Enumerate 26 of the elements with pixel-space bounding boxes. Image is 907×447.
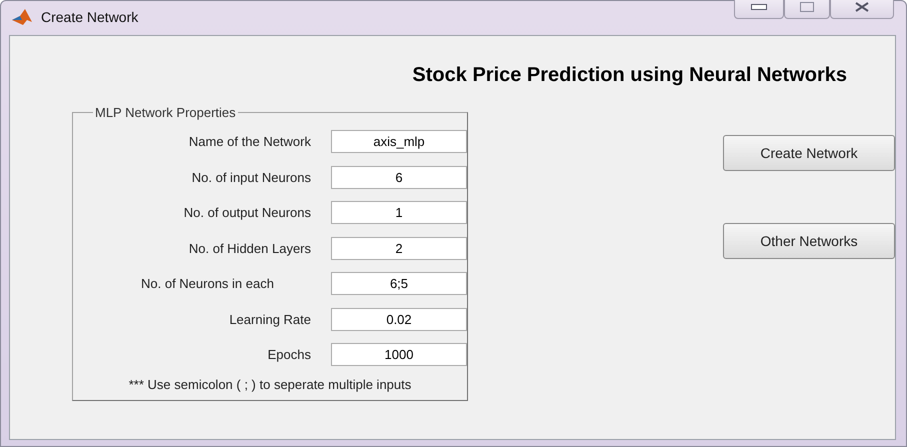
action-button[interactable]: Create Network [723,135,895,171]
field-label: Epochs [266,347,312,362]
field-label: No. of Neurons in each [140,276,275,292]
minimize-icon [751,4,767,10]
input-field[interactable]: 0.02 [331,308,467,331]
input-field[interactable]: 1 [331,201,467,224]
maximize-icon [800,2,814,12]
close-icon [855,2,869,12]
field-label: No. of output Neurons [182,205,312,220]
action-button[interactable]: Other Networks [723,223,895,259]
group-title: MLP Network Properties [94,105,237,120]
field-label: Name of the Network [188,134,312,150]
app-heading: Stock Price Prediction using Neural Networks [412,64,847,87]
field-label: Learning Rate [228,312,312,327]
field-label: No. of Hidden Layers [188,240,312,256]
field-label: No. of input Neurons [190,170,312,185]
app-logo-icon [11,8,33,26]
input-field[interactable]: 2 [331,236,467,260]
close-button[interactable] [830,0,894,19]
input-field[interactable]: 1000 [331,343,467,366]
minimize-button[interactable] [734,0,784,19]
window-title: Create Network [41,9,140,25]
input-field[interactable]: 6 [331,166,467,189]
input-field[interactable]: axis_mlp [331,130,467,154]
hint-note: *** Use semicolon ( ; ) to seperate multiple inputs [128,376,412,392]
input-field[interactable]: 6;5 [331,272,467,296]
